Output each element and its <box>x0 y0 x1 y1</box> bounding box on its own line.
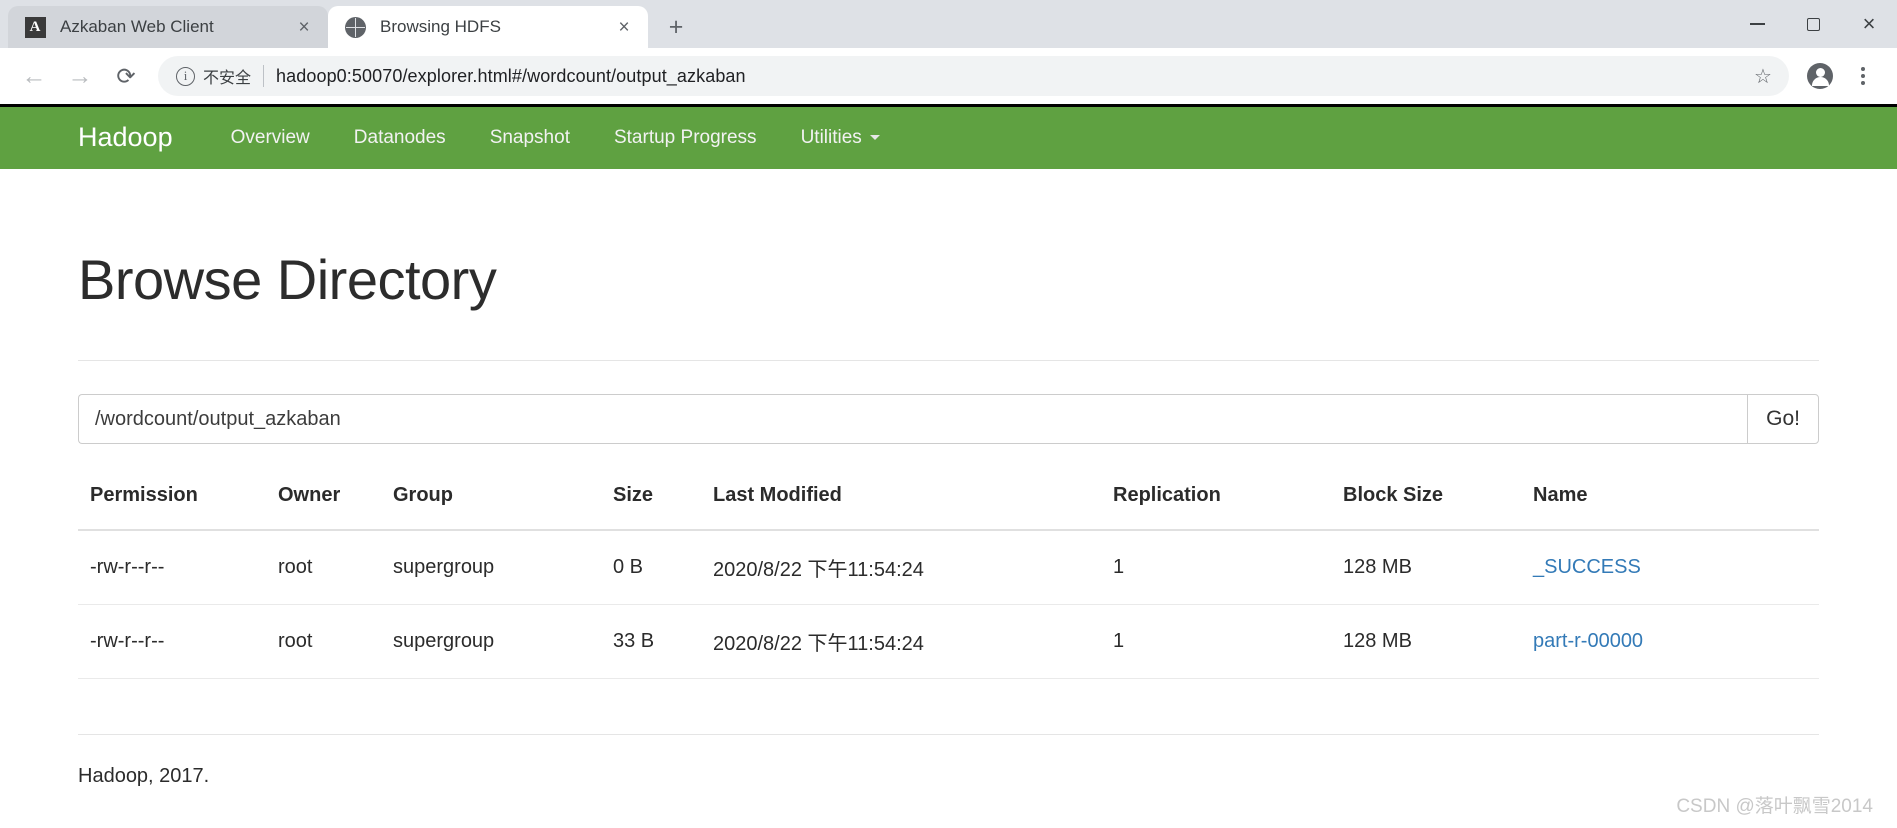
table-row: -rw-r--r-- root supergroup 33 B 2020/8/2… <box>78 604 1819 679</box>
cell-name: part-r-00000 <box>1533 604 1819 679</box>
new-tab-button[interactable]: + <box>656 10 696 44</box>
page-footer: Hadoop, 2017. <box>78 765 210 787</box>
brand-label: Hadoop <box>78 121 173 152</box>
bookmark-star-icon[interactable]: ☆ <box>1745 64 1781 89</box>
tab-title: Browsing HDFS <box>380 17 501 36</box>
path-input[interactable] <box>78 394 1748 444</box>
table-row: -rw-r--r-- root supergroup 0 B 2020/8/22… <box>78 530 1819 605</box>
window-controls: × <box>1729 0 1897 48</box>
url-text[interactable]: hadoop0:50070/explorer.html#/wordcount/o… <box>276 66 1745 87</box>
cell-permission: -rw-r--r-- <box>78 530 278 605</box>
reload-icon[interactable]: ⟳ <box>106 56 146 96</box>
browser-tab-browsing-hdfs[interactable]: Browsing HDFS × <box>328 6 648 48</box>
nav-item-startup-progress[interactable]: Startup Progress <box>592 127 779 149</box>
hadoop-navbar: Hadoop Overview Datanodes Snapshot Start… <box>0 104 1897 175</box>
file-link-success[interactable]: _SUCCESS <box>1533 556 1641 578</box>
cell-size: 0 B <box>613 530 713 605</box>
cell-group: supergroup <box>393 604 613 679</box>
back-icon[interactable]: ← <box>14 56 54 96</box>
more-menu-icon[interactable] <box>1843 56 1883 96</box>
nav-item-datanodes[interactable]: Datanodes <box>332 127 468 149</box>
brand-hadoop[interactable]: Hadoop <box>78 121 173 175</box>
close-window-icon[interactable]: × <box>1841 0 1897 48</box>
address-bar[interactable]: i 不安全 hadoop0:50070/explorer.html#/wordc… <box>158 56 1789 96</box>
page-title: Browse Directory <box>78 248 497 311</box>
column-header-permission: Permission <box>78 484 278 531</box>
close-icon[interactable]: × <box>612 15 636 39</box>
cell-replication: 1 <box>1113 530 1343 605</box>
tab-strip: A Azkaban Web Client × Browsing HDFS × +… <box>0 0 1897 48</box>
cell-owner: root <box>278 604 393 679</box>
brand-active-underline <box>78 171 173 175</box>
cell-replication: 1 <box>1113 604 1343 679</box>
watermark: CSDN @落叶飘雪2014 <box>1676 796 1873 817</box>
column-header-group: Group <box>393 484 613 531</box>
page-viewport: Hadoop Overview Datanodes Snapshot Start… <box>0 104 1897 828</box>
cell-name: _SUCCESS <box>1533 530 1819 605</box>
profile-avatar-icon[interactable] <box>1807 63 1833 89</box>
divider <box>78 360 1819 361</box>
column-header-size: Size <box>613 484 713 531</box>
maximize-icon[interactable] <box>1785 0 1841 48</box>
globe-icon <box>344 16 366 38</box>
cell-block-size: 128 MB <box>1343 604 1533 679</box>
browser-toolbar: ← → ⟳ i 不安全 hadoop0:50070/explorer.html#… <box>0 48 1897 104</box>
path-form: Go! <box>78 394 1819 444</box>
cell-size: 33 B <box>613 604 713 679</box>
column-header-name: Name <box>1533 484 1819 531</box>
cell-block-size: 128 MB <box>1343 530 1533 605</box>
cell-permission: -rw-r--r-- <box>78 604 278 679</box>
security-status-label: 不安全 <box>203 70 252 87</box>
go-button[interactable]: Go! <box>1747 394 1819 444</box>
nav-item-snapshot[interactable]: Snapshot <box>468 127 592 149</box>
browser-tab-azkaban[interactable]: A Azkaban Web Client × <box>8 6 328 48</box>
nav-item-overview[interactable]: Overview <box>209 127 332 149</box>
file-link-part-r-00000[interactable]: part-r-00000 <box>1533 630 1643 652</box>
cell-owner: root <box>278 530 393 605</box>
nav-item-utilities-label: Utilities <box>800 127 862 148</box>
cell-last-modified: 2020/8/22 下午11:54:24 <box>713 530 1113 605</box>
forward-icon[interactable]: → <box>60 56 100 96</box>
divider <box>263 65 265 87</box>
cell-last-modified: 2020/8/22 下午11:54:24 <box>713 604 1113 679</box>
info-icon[interactable]: i <box>176 66 195 86</box>
file-listing-table: Permission Owner Group Size Last Modifie… <box>78 484 1819 679</box>
column-header-block-size: Block Size <box>1343 484 1533 531</box>
table-header-row: Permission Owner Group Size Last Modifie… <box>78 484 1819 531</box>
column-header-last-modified: Last Modified <box>713 484 1113 531</box>
azkaban-icon: A <box>24 16 46 38</box>
minimize-icon[interactable] <box>1729 0 1785 48</box>
close-icon[interactable]: × <box>292 15 316 39</box>
cell-group: supergroup <box>393 530 613 605</box>
navbar-links: Overview Datanodes Snapshot Startup Prog… <box>209 127 902 149</box>
column-header-replication: Replication <box>1113 484 1343 531</box>
tab-title: Azkaban Web Client <box>60 17 214 36</box>
chevron-down-icon <box>869 135 880 141</box>
column-header-owner: Owner <box>278 484 393 531</box>
page-container: Browse Directory Go! Permission Owner Gr… <box>0 247 1897 788</box>
divider <box>78 734 1819 735</box>
nav-item-utilities[interactable]: Utilities <box>779 127 902 149</box>
browser-window: A Azkaban Web Client × Browsing HDFS × +… <box>0 0 1897 828</box>
